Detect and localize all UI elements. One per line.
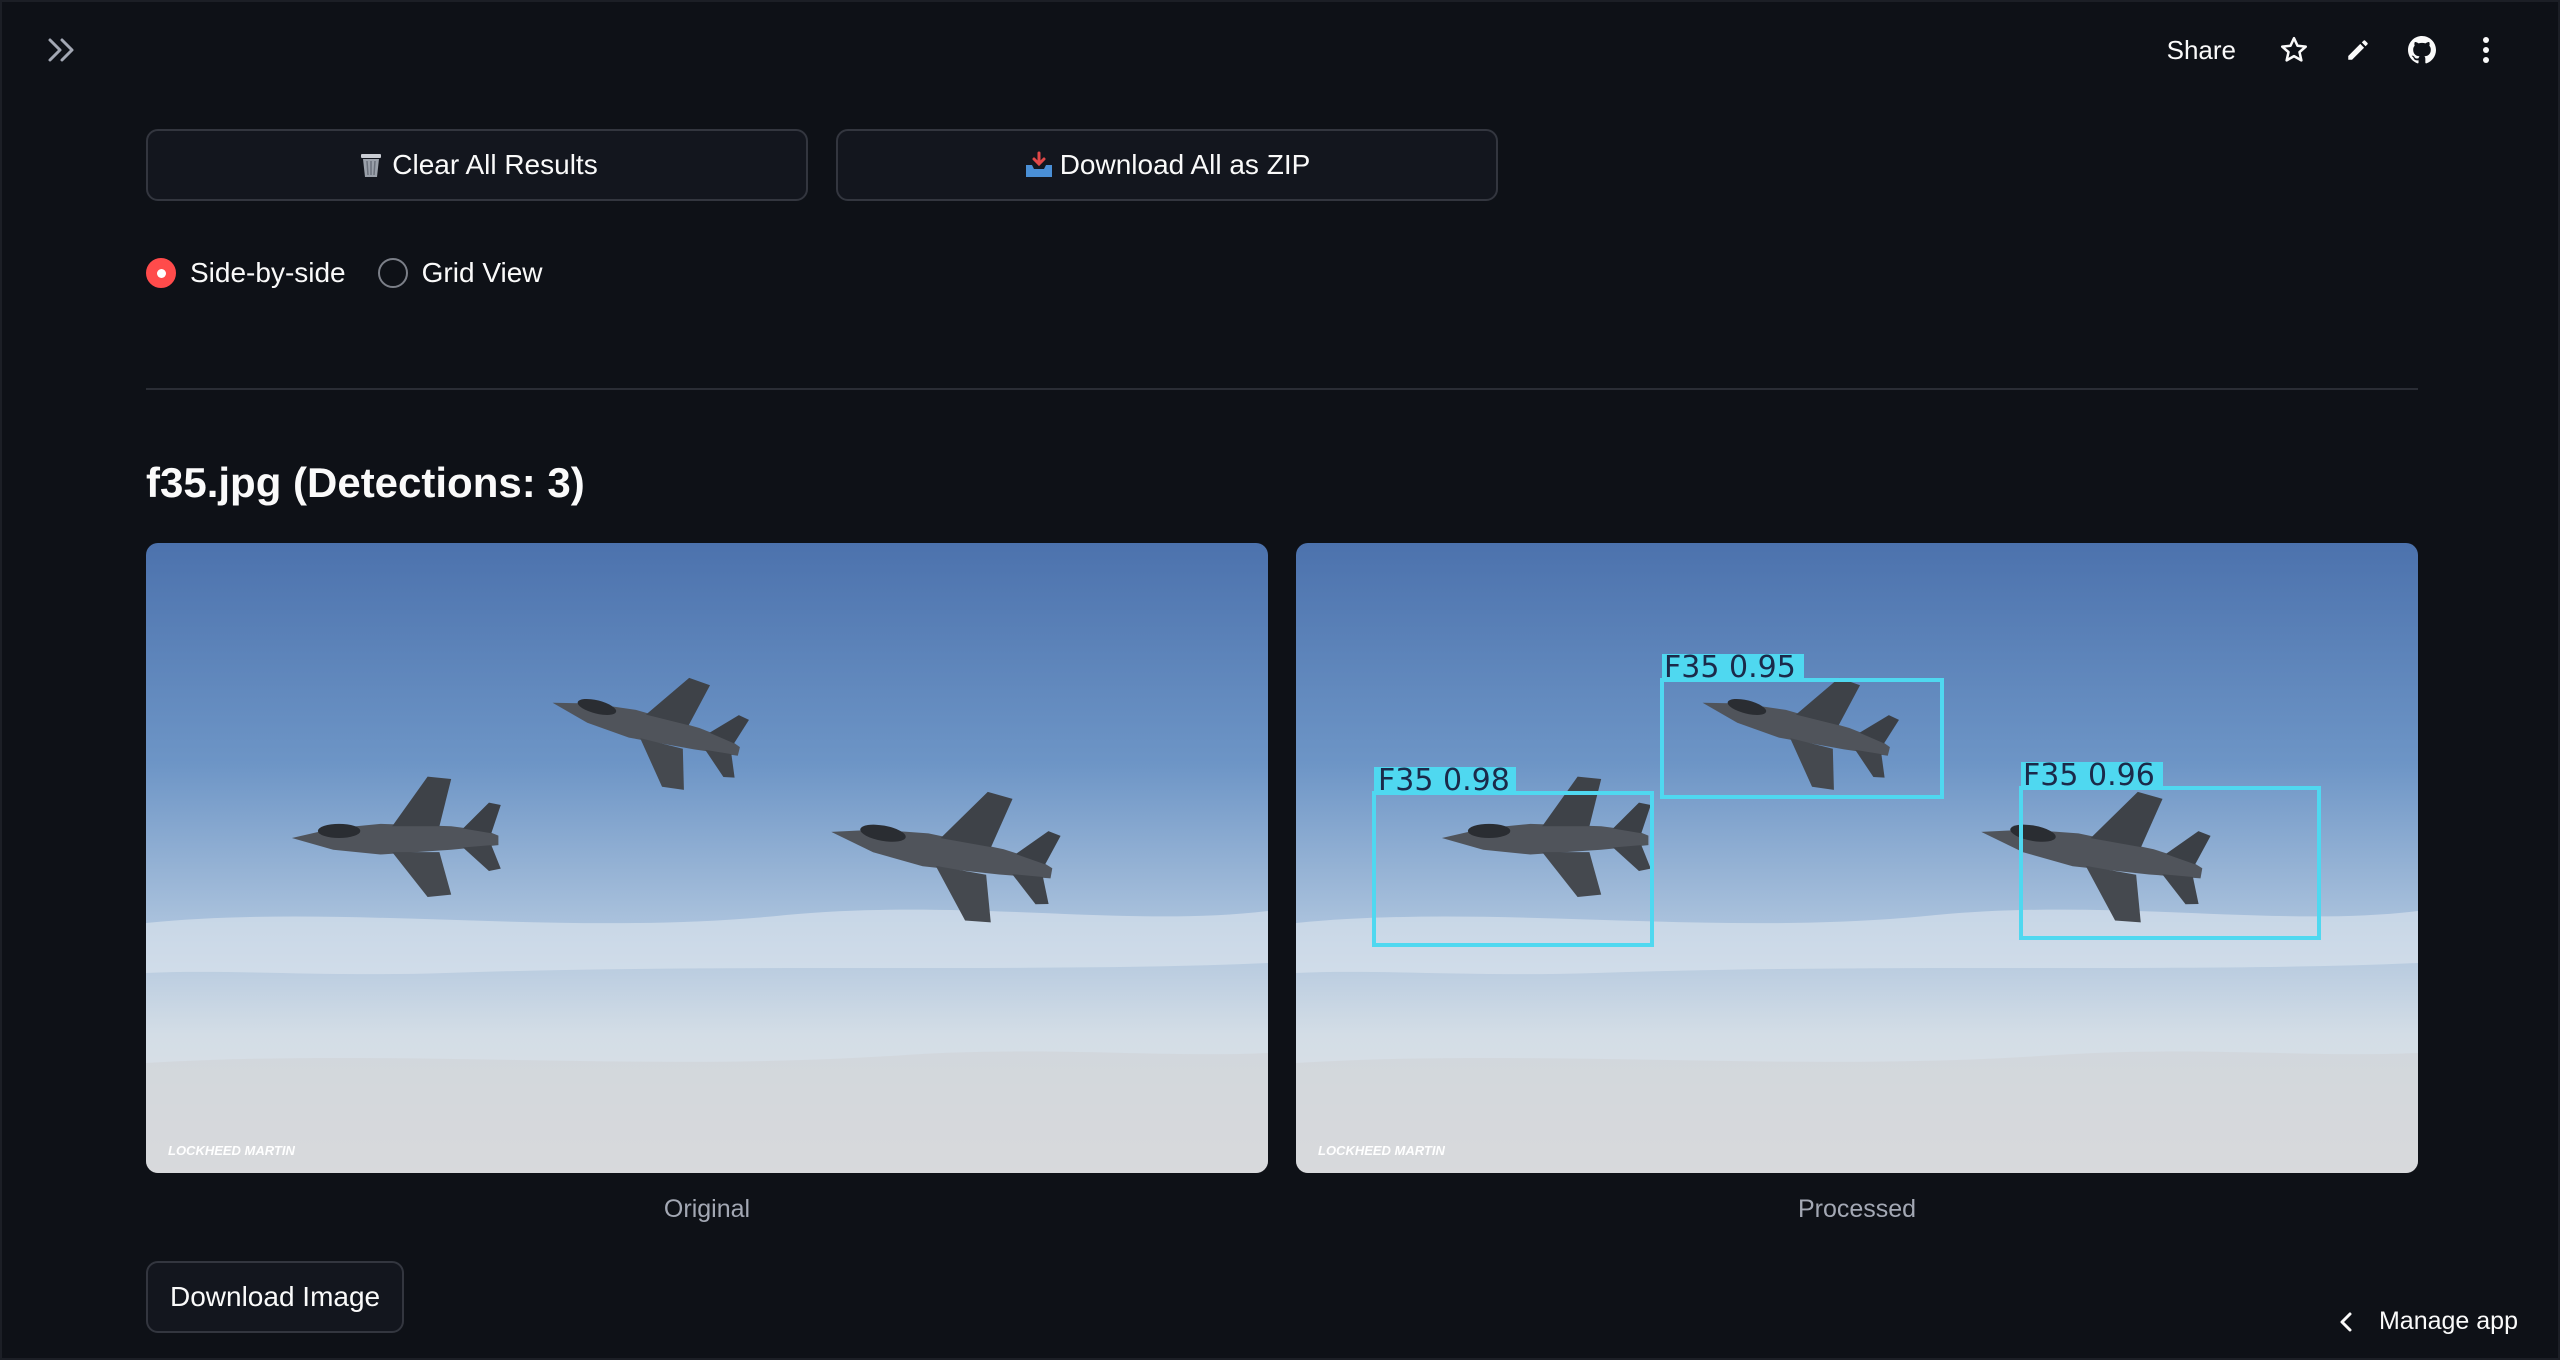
expand-sidebar-icon[interactable] (42, 30, 82, 70)
download-image-button[interactable]: Download Image (146, 1261, 405, 1333)
radio-grid-view-label: Grid View (421, 257, 543, 288)
result-title: f35.jpg (Detections: 3) (146, 459, 585, 506)
bulk-actions: Clear All Results Download All as ZIP (146, 129, 2418, 201)
svg-text:F35 0.95: F35 0.95 (1664, 650, 1796, 685)
clear-all-results-label: Clear All Results (392, 149, 598, 180)
radio-unselected-indicator (377, 258, 408, 288)
more-vert-icon[interactable] (2454, 26, 2518, 74)
watermark-original: LOCKHEED MARTIN (168, 1143, 295, 1158)
processed-caption: Processed (1797, 1195, 1917, 1223)
top-toolbar: Share (2, 2, 2558, 98)
manage-app-button[interactable]: Manage app (2339, 1307, 2518, 1336)
radio-selected-indicator (146, 258, 176, 288)
star-icon[interactable] (2262, 26, 2326, 74)
watermark-processed: LOCKHEED MARTIN (1318, 1143, 1445, 1158)
wastebasket-icon (356, 150, 386, 180)
radio-side-by-side-label: Side-by-side (190, 257, 346, 288)
processed-image: F35 0.98 F35 0.95 F35 0.96 LOCKHEED MART… (1296, 543, 2418, 1173)
detection-confidence-3: 0.96 (2088, 758, 2155, 793)
section-divider (146, 388, 2418, 390)
view-mode-radio-group: Side-by-side Grid View (146, 253, 2418, 293)
download-zip-button[interactable]: Download All as ZIP (836, 129, 1498, 201)
svg-text:F35 0.98: F35 0.98 (1378, 763, 1510, 798)
detection-label-3: F35 (2023, 758, 2078, 793)
radio-side-by-side[interactable]: Side-by-side (146, 257, 346, 289)
main-content: Clear All Results Download All as ZIP Si… (146, 129, 2418, 1333)
download-zip-label: Download All as ZIP (1059, 149, 1311, 180)
original-caption: Original (663, 1195, 751, 1223)
edit-icon[interactable] (2326, 26, 2390, 74)
processed-column: F35 0.98 F35 0.95 F35 0.96 LOCKHEED MART… (1296, 543, 2418, 1224)
chevron-left-icon (2340, 1312, 2352, 1331)
original-image: LOCKHEED MARTIN (146, 543, 1268, 1173)
detection-confidence-1: 0.98 (1443, 763, 1510, 798)
svg-text:F35 0.96: F35 0.96 (2023, 758, 2155, 793)
detection-confidence-2: 0.95 (1729, 650, 1796, 685)
github-icon[interactable] (2390, 26, 2454, 74)
radio-grid-view[interactable]: Grid View (377, 257, 543, 289)
manage-app-label: Manage app (2378, 1307, 2518, 1335)
share-button[interactable]: Share (2167, 35, 2236, 66)
detection-label-1: F35 (1378, 763, 1433, 798)
header-actions: Share (2167, 26, 2518, 74)
original-column: LOCKHEED MARTIN Original (146, 543, 1268, 1224)
image-comparison: LOCKHEED MARTIN Original F35 0.98 F35 0.… (146, 543, 2418, 1224)
detection-label-2: F35 (1664, 650, 1719, 685)
clear-all-results-button[interactable]: Clear All Results (146, 129, 808, 201)
inbox-tray-icon (1024, 150, 1054, 180)
